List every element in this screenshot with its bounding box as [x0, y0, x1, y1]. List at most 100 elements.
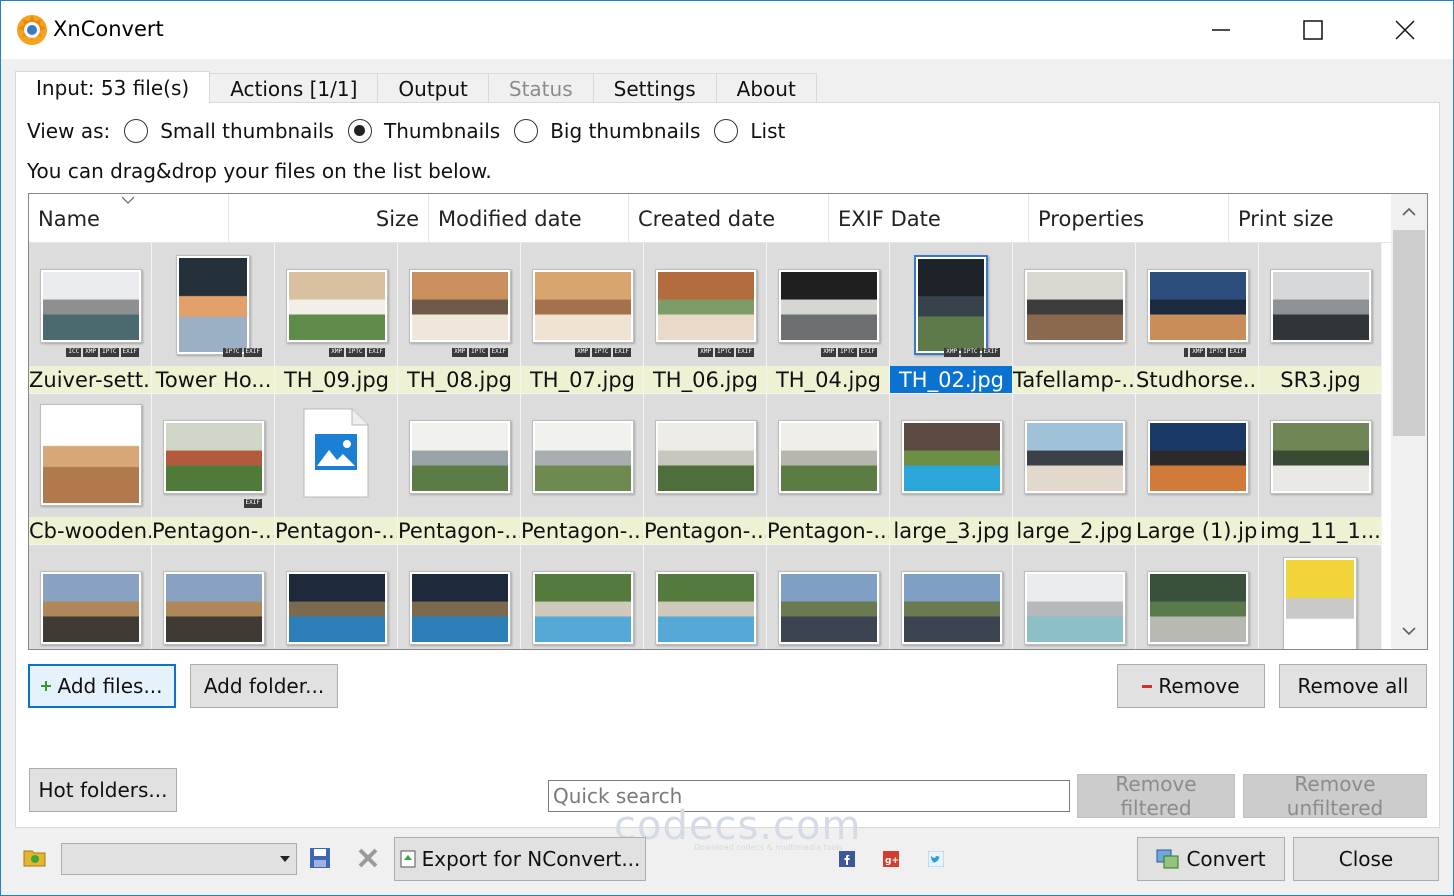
file-thumbnail[interactable]: [890, 545, 1013, 649]
close-button[interactable]: Close: [1293, 837, 1439, 881]
file-thumbnail[interactable]: [152, 545, 275, 649]
file-thumbnail[interactable]: [521, 545, 644, 649]
metadata-badge: EXIF: [366, 348, 385, 357]
button-label: Hot folders...: [38, 778, 168, 802]
tab-about[interactable]: About: [715, 73, 817, 103]
thumbnail-picture: [1273, 272, 1369, 340]
tab-input[interactable]: Input: 53 file(s): [15, 71, 211, 103]
column-name[interactable]: Name: [29, 194, 229, 243]
file-thumbnail[interactable]: XMP IPTC EXIF TH_09.jpg: [275, 243, 398, 394]
metadata-badges: XMP IPTC EXIF: [698, 348, 754, 357]
view-big-thumbnails[interactable]: Big thumbnails: [514, 119, 700, 143]
file-thumbnail[interactable]: [1259, 545, 1382, 649]
tab-actions[interactable]: Actions [1/1]: [209, 73, 379, 103]
file-thumbnail[interactable]: XMP IPTC EXIF TH_08.jpg: [398, 243, 521, 394]
radio-list[interactable]: [714, 119, 739, 143]
hot-folders-button[interactable]: Hot folders...: [29, 768, 177, 812]
svg-text:g+: g+: [885, 856, 899, 866]
save-icon: [310, 848, 330, 868]
metadata-badge: XMP: [329, 348, 345, 357]
thumbnail-image: [532, 269, 634, 343]
thumbnail-image: [409, 269, 511, 343]
file-thumbnail[interactable]: img_11_1...: [1259, 394, 1382, 545]
minimize-button[interactable]: [1175, 1, 1267, 59]
file-thumbnail[interactable]: Pentagon-...: [398, 394, 521, 545]
file-thumbnail[interactable]: large_3.jpg: [890, 394, 1013, 545]
file-thumbnail[interactable]: SR3.jpg: [1259, 243, 1382, 394]
column-created-date[interactable]: Created date: [629, 194, 829, 243]
column-exif-date[interactable]: EXIF Date: [829, 194, 1029, 243]
maximize-button[interactable]: [1267, 1, 1359, 59]
file-thumbnail[interactable]: Cb-wooden...: [29, 394, 152, 545]
remove-all-button[interactable]: Remove all: [1279, 664, 1427, 708]
file-name-label: Pentagon-...: [152, 517, 275, 544]
open-preset-button[interactable]: [23, 847, 47, 872]
file-thumbnail[interactable]: XMP IPTC EXIF Studhorse...: [1136, 243, 1259, 394]
file-thumbnail[interactable]: [29, 545, 152, 649]
column-size[interactable]: Size: [229, 194, 429, 243]
metadata-badge: EXIF: [243, 348, 262, 357]
add-folder-button[interactable]: Add folder...: [190, 664, 338, 708]
file-name-label: TH_04.jpg: [767, 366, 889, 393]
view-thumbnails[interactable]: Thumbnails: [347, 119, 500, 143]
file-thumbnail[interactable]: Pentagon-...: [767, 394, 890, 545]
facebook-icon[interactable]: [839, 851, 855, 867]
file-thumbnail[interactable]: [398, 545, 521, 649]
file-thumbnail[interactable]: ICC XMP IPTC EXIF Zuiver-sett...: [29, 243, 152, 394]
remove-button[interactable]: Remove: [1117, 664, 1265, 708]
file-name-label: TH_08.jpg: [398, 366, 520, 393]
file-thumbnail[interactable]: Large (1).jpg: [1136, 394, 1259, 545]
file-thumbnail[interactable]: Tafellamp-...: [1013, 243, 1136, 394]
file-thumbnail[interactable]: EXIF Pentagon-...: [152, 394, 275, 545]
column-print-size[interactable]: Print size: [1229, 194, 1391, 243]
file-name-label: Pentagon-...: [398, 517, 521, 544]
column-label: Size: [375, 206, 419, 231]
google-plus-icon[interactable]: g+: [883, 851, 899, 867]
file-thumbnail[interactable]: large_2.jpg: [1013, 394, 1136, 545]
tab-output[interactable]: Output: [377, 73, 489, 103]
file-thumbnail[interactable]: [644, 545, 767, 649]
radio-label: Small thumbnails: [160, 119, 334, 143]
client-area: Input: 53 file(s) Actions [1/1] Output S…: [1, 59, 1453, 895]
tab-settings[interactable]: Settings: [592, 73, 717, 103]
file-thumbnail[interactable]: [1013, 545, 1136, 649]
column-properties[interactable]: Properties: [1029, 194, 1229, 243]
file-thumbnail[interactable]: [767, 545, 890, 649]
file-list-header: Name Size Modified date Created date EXI…: [29, 194, 1391, 243]
title-bar[interactable]: XnConvert: [1, 1, 1453, 59]
file-thumbnail[interactable]: IPTC EXIF Tower Ho...: [152, 243, 275, 394]
file-thumbnail[interactable]: XMP IPTC EXIF TH_07.jpg: [521, 243, 644, 394]
close-window-button[interactable]: [1359, 1, 1451, 59]
preset-combo[interactable]: [61, 843, 297, 875]
scrollbar-thumb[interactable]: [1393, 230, 1425, 436]
column-modified-date[interactable]: Modified date: [429, 194, 629, 243]
export-nconvert-button[interactable]: Export for NConvert...: [394, 837, 646, 881]
folder-open-icon: [23, 850, 46, 867]
save-preset-button[interactable]: [309, 847, 331, 874]
file-name-label: Tower Ho...: [152, 366, 274, 393]
view-list[interactable]: List: [714, 119, 785, 143]
convert-button[interactable]: Convert: [1137, 837, 1285, 881]
add-files-button[interactable]: Add files...: [28, 664, 176, 708]
twitter-icon[interactable]: [928, 851, 944, 867]
file-thumbnail[interactable]: Pentagon-...: [521, 394, 644, 545]
file-thumbnail[interactable]: [1136, 545, 1259, 649]
radio-big-thumbnails[interactable]: [514, 119, 539, 143]
radio-thumbnails[interactable]: [347, 119, 372, 143]
file-thumbnail[interactable]: Pentagon-...: [644, 394, 767, 545]
file-thumbnail[interactable]: XMP IPTC EXIF TH_04.jpg: [767, 243, 890, 394]
file-thumbnail[interactable]: XMP IPTC EXIF TH_02.jpg: [890, 243, 1013, 394]
scroll-down-button[interactable]: [1391, 613, 1427, 649]
vertical-scrollbar[interactable]: [1391, 194, 1427, 649]
radio-small-thumbnails[interactable]: [124, 119, 149, 143]
remove-filtered-button[interactable]: Remove filtered: [1077, 772, 1235, 820]
file-list[interactable]: Name Size Modified date Created date EXI…: [28, 193, 1428, 650]
file-thumbnail[interactable]: XMP IPTC EXIF TH_06.jpg: [644, 243, 767, 394]
file-thumbnail[interactable]: Pentagon-...: [275, 394, 398, 545]
scroll-up-button[interactable]: [1391, 194, 1427, 230]
tab-status[interactable]: Status: [487, 73, 594, 103]
remove-unfiltered-button[interactable]: Remove unfiltered: [1243, 772, 1427, 820]
file-thumbnail[interactable]: [275, 545, 398, 649]
delete-preset-button[interactable]: [357, 847, 379, 874]
view-small-thumbnails[interactable]: Small thumbnails: [124, 119, 334, 143]
